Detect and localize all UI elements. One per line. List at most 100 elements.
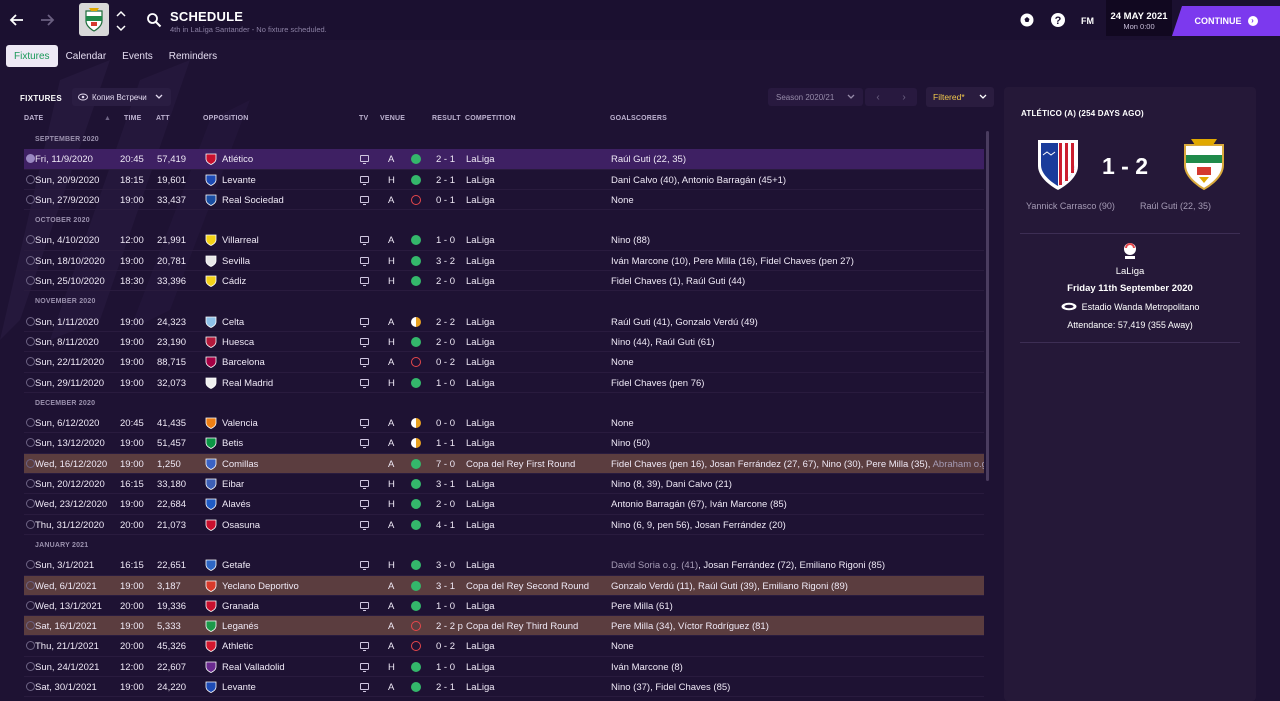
fixture-competition[interactable]: LaLiga [466, 662, 495, 673]
fixture-competition[interactable]: LaLiga [466, 641, 495, 652]
row-select-radio[interactable] [26, 377, 35, 387]
fixture-result[interactable]: 7 - 0 [436, 459, 455, 470]
opponent-name[interactable]: Eibar [222, 479, 244, 490]
fixture-competition[interactable]: LaLiga [466, 175, 495, 186]
col-att[interactable]: ATT [156, 115, 170, 122]
fixture-row[interactable]: Sun, 6/12/2020 20:45 41,435 Valencia A 0 - 0 L… [24, 413, 984, 434]
fixture-result[interactable]: 1 - 0 [436, 235, 455, 246]
opponent-name[interactable]: Real Valladolid [222, 662, 285, 673]
col-goalscorers[interactable]: GOALSCORERS [610, 115, 667, 122]
col-tv[interactable]: TV [359, 115, 368, 122]
row-select-radio[interactable] [26, 336, 35, 346]
row-select-radio[interactable] [26, 276, 35, 286]
opponent-name[interactable]: Leganés [222, 621, 258, 632]
fixture-competition[interactable]: LaLiga [466, 560, 495, 571]
fixture-row[interactable]: Sun, 8/11/2020 19:00 23,190 Huesca H 2 - 0 LaL… [24, 332, 984, 353]
view-dropdown[interactable]: Копия Встречи [72, 88, 171, 106]
fixture-competition[interactable]: LaLiga [466, 195, 495, 206]
opponent-name[interactable]: Levante [222, 175, 256, 186]
search-icon[interactable] [146, 12, 162, 28]
fixture-result[interactable]: 3 - 1 [436, 479, 455, 490]
row-select-radio[interactable] [26, 316, 35, 326]
row-select-radio[interactable] [26, 499, 35, 509]
fixture-row[interactable]: Sun, 24/1/2021 12:00 22,607 Real Valladolid… [24, 657, 984, 678]
table-scrollbar[interactable] [986, 131, 989, 481]
row-select-radio[interactable] [26, 174, 35, 184]
fixture-result[interactable]: 2 - 1 [436, 682, 455, 693]
fixture-result[interactable]: 1 - 0 [436, 378, 455, 389]
row-select-radio[interactable] [26, 438, 35, 448]
fixture-result[interactable]: 3 - 0 [436, 560, 455, 571]
fixture-result[interactable]: 2 - 1 [436, 175, 455, 186]
row-select-radio[interactable] [26, 600, 35, 610]
opponent-name[interactable]: Yeclano Deportivo [222, 581, 299, 592]
fixture-result[interactable]: 0 - 1 [436, 195, 455, 206]
atletico-crest-icon[interactable] [1035, 137, 1081, 193]
fixture-row[interactable]: Sun, 1/11/2020 19:00 24,323 Celta A 2 - 2 LaLi… [24, 312, 984, 332]
season-dropdown[interactable]: Season 2020/21 [768, 88, 863, 106]
fixture-row[interactable]: Sat, 16/1/2021 19:00 5,333 Leganés A 2 - 2 pC… [24, 616, 984, 637]
row-select-radio[interactable] [26, 194, 35, 204]
fixture-row[interactable]: Sun, 13/12/2020 19:00 51,457 Betis A 1 - 1 LaL… [24, 433, 984, 454]
fixture-row[interactable]: Sun, 29/11/2020 19:00 32,073 Real Madrid H 1 … [24, 373, 984, 393]
fixture-result[interactable]: 0 - 0 [436, 418, 455, 429]
fixture-row[interactable]: Sun, 25/10/2020 18:30 33,396 Cádiz H 2 - 0 LaL… [24, 271, 984, 292]
fixture-competition[interactable]: LaLiga [466, 479, 495, 490]
continue-button[interactable]: CONTINUE › [1172, 6, 1280, 36]
fixture-row[interactable]: Sun, 22/11/2020 19:00 88,715 Barcelona A 0 - … [24, 352, 984, 373]
col-venue[interactable]: VENUE [380, 115, 405, 122]
fixture-row[interactable]: Thu, 31/12/2020 20:00 21,073 Osasuna A 4 - 1 L… [24, 515, 984, 535]
fixture-competition[interactable]: LaLiga [466, 317, 495, 328]
next-season-icon[interactable]: › [902, 92, 905, 103]
tab-fixtures[interactable]: Fixtures [6, 45, 58, 67]
filter-dropdown[interactable]: Filtered* [926, 87, 994, 107]
fixture-result[interactable]: 2 - 2 p [436, 621, 463, 632]
opponent-name[interactable]: Atlético [222, 154, 253, 165]
fixture-row[interactable]: Fri, 11/9/2020 20:45 57,419 Atlético A 2 - 1 L… [24, 149, 984, 170]
forward-button[interactable] [36, 8, 58, 32]
opponent-name[interactable]: Getafe [222, 560, 251, 571]
opponent-name[interactable]: Valencia [222, 418, 258, 429]
fixture-competition[interactable]: LaLiga [466, 154, 495, 165]
row-select-radio[interactable] [26, 519, 35, 529]
fixture-row[interactable]: Wed, 16/12/2020 19:00 1,250 Comillas A 7 - 0 C… [24, 453, 984, 475]
opponent-name[interactable]: Sevilla [222, 256, 250, 267]
row-select-radio[interactable] [26, 458, 35, 468]
opponent-name[interactable]: Celta [222, 317, 244, 328]
fixture-competition[interactable]: LaLiga [466, 682, 495, 693]
opponent-name[interactable]: Betis [222, 438, 243, 449]
row-select-radio[interactable] [26, 682, 35, 692]
fixture-result[interactable]: 2 - 1 [436, 154, 455, 165]
fixture-competition[interactable]: LaLiga [466, 357, 495, 368]
fixture-competition[interactable]: LaLiga [466, 276, 495, 287]
fixture-row[interactable]: Sun, 18/10/2020 19:00 20,781 Sevilla H 3 - 2 L… [24, 251, 984, 272]
fixture-competition[interactable]: LaLiga [466, 601, 495, 612]
col-time[interactable]: TIME [124, 115, 142, 122]
col-opposition[interactable]: OPPOSITION [203, 115, 249, 122]
opponent-name[interactable]: Comillas [222, 459, 258, 470]
col-competition[interactable]: COMPETITION [465, 115, 516, 122]
fixture-competition[interactable]: LaLiga [466, 520, 495, 531]
tab-reminders[interactable]: Reminders [161, 45, 225, 67]
fixture-competition[interactable]: LaLiga [466, 256, 495, 267]
row-select-radio[interactable] [26, 357, 35, 367]
opponent-name[interactable]: Alavés [222, 499, 251, 510]
fixture-competition[interactable]: LaLiga [466, 235, 495, 246]
fixture-result[interactable]: 2 - 0 [436, 276, 455, 287]
fixture-row[interactable]: Wed, 23/12/2020 19:00 22,684 Alavés H 2 - 0 La… [24, 494, 984, 515]
row-select-radio[interactable] [26, 621, 35, 631]
fixture-result[interactable]: 2 - 0 [436, 499, 455, 510]
fixture-row[interactable]: Sun, 4/10/2020 12:00 21,991 Villarreal A 1 - … [24, 230, 984, 251]
fixture-row[interactable]: Sun, 3/1/2021 16:15 22,651 Getafe H 3 - 0 LaLi… [24, 555, 984, 576]
fixture-result[interactable]: 2 - 0 [436, 337, 455, 348]
opponent-name[interactable]: Barcelona [222, 357, 265, 368]
row-select-radio[interactable] [26, 479, 35, 489]
fixture-result[interactable]: 1 - 0 [436, 662, 455, 673]
opponent-name[interactable]: Huesca [222, 337, 254, 348]
fixture-competition[interactable]: Copa del Rey Second Round [466, 581, 589, 592]
fixture-result[interactable]: 4 - 1 [436, 520, 455, 531]
fixture-competition[interactable]: LaLiga [466, 438, 495, 449]
fixture-result[interactable]: 0 - 2 [436, 641, 455, 652]
help-icon[interactable]: ? [1050, 12, 1066, 28]
fixture-row[interactable]: Sat, 30/1/2021 19:00 24,220 Levante A 2 - 1 La… [24, 677, 984, 698]
